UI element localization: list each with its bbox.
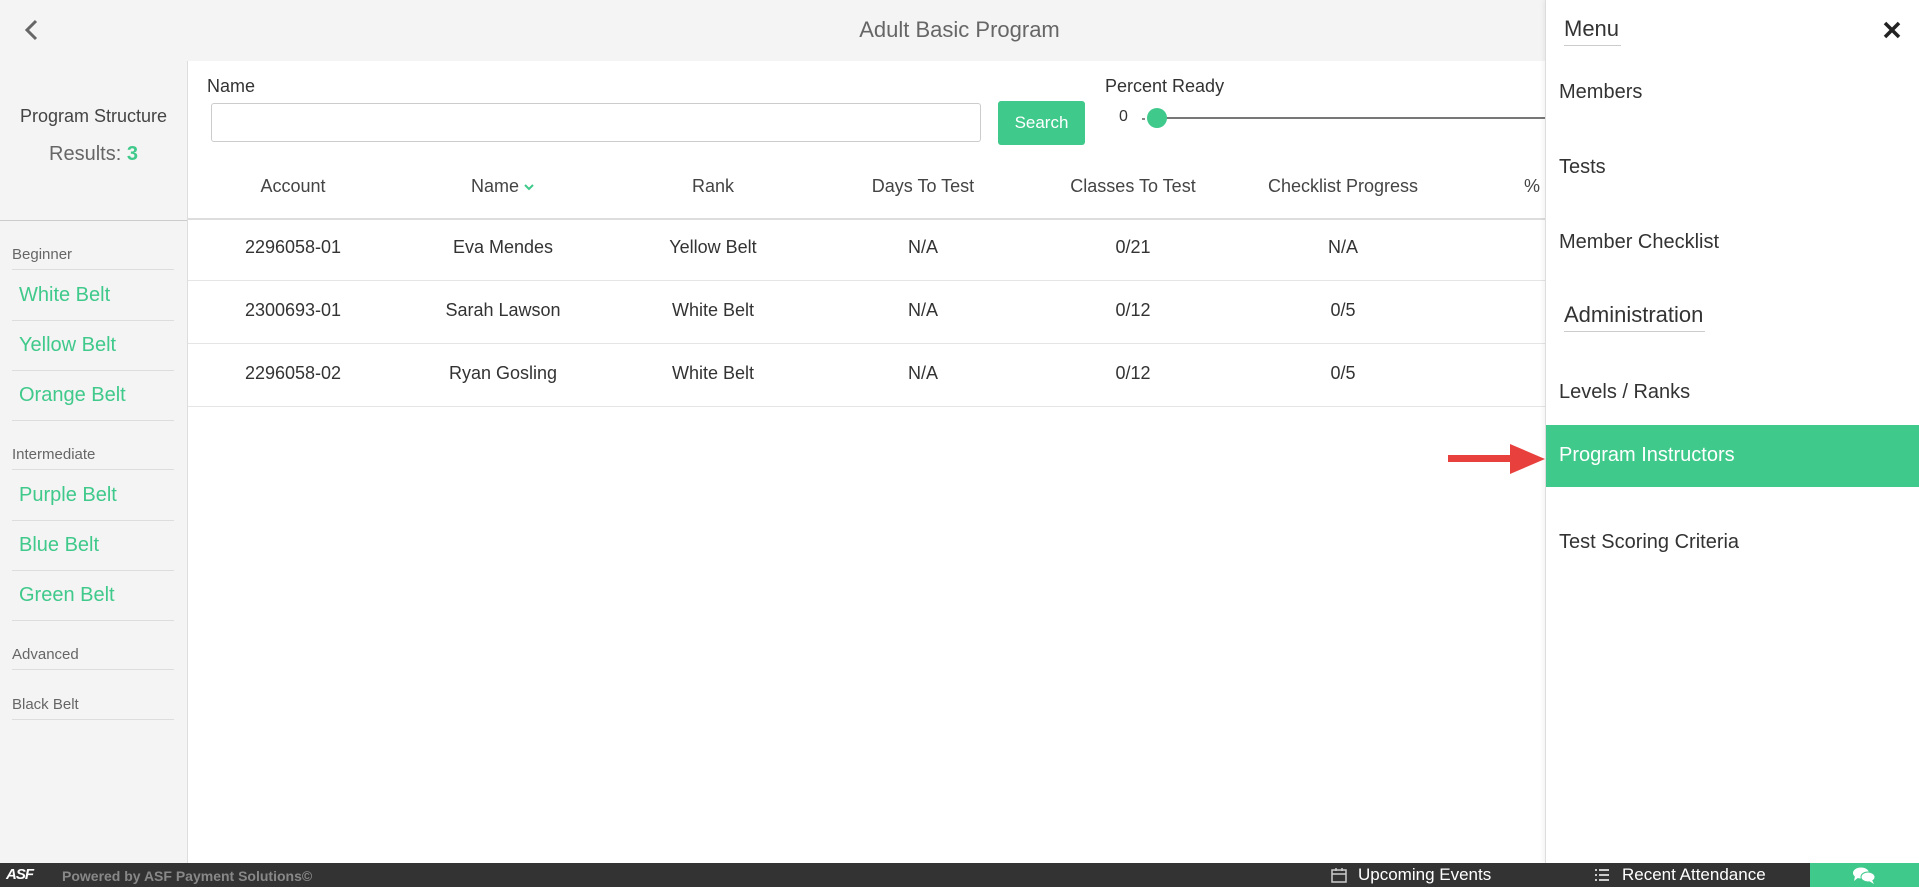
cell-classes-to-test: 0/21 — [1115, 237, 1151, 257]
menu-item-test-scoring-criteria[interactable]: Test Scoring Criteria — [1546, 512, 1919, 574]
results-count: 3 — [126, 143, 138, 165]
sidebar-separator — [12, 570, 174, 571]
cell-account: 2296058-02 — [244, 363, 342, 383]
sidebar-separator — [12, 370, 174, 371]
cell-name: Ryan Gosling — [448, 363, 558, 383]
menu-item-program-instructors[interactable]: Program Instructors — [1546, 425, 1919, 487]
program-structure-label: Program Structure — [19, 106, 168, 126]
column-name-label: Name — [470, 176, 519, 196]
cell-account: 2300693-01 — [244, 300, 342, 320]
column-rank[interactable]: Rank — [608, 176, 818, 197]
recent-attendance-link[interactable]: Recent Attendance — [1622, 865, 1766, 885]
chat-button[interactable] — [1810, 863, 1919, 887]
sidebar-item-blue-belt[interactable]: Blue Belt — [19, 534, 174, 557]
sort-chevron-down-icon[interactable] — [523, 181, 535, 193]
column-name[interactable]: Name — [398, 176, 608, 197]
column-checklist-progress[interactable]: Checklist Progress — [1238, 176, 1448, 197]
menu-item-tests[interactable]: Tests — [1546, 137, 1919, 199]
upcoming-events-link[interactable]: Upcoming Events — [1358, 865, 1491, 885]
column-days-to-test[interactable]: Days To Test — [818, 176, 1028, 197]
sidebar-separator — [12, 420, 174, 421]
sidebar-item-white-belt[interactable]: White Belt — [19, 284, 174, 307]
program-structure-sidebar: Program Structure Results: 3 Beginner Wh… — [0, 61, 188, 863]
cell-name: Eva Mendes — [452, 237, 554, 257]
percent-ready-min-value: 0 — [1119, 108, 1128, 125]
powered-by-text: Powered by ASF Payment Solutions© — [62, 868, 313, 884]
column-percent[interactable]: % — [1524, 176, 1540, 197]
cell-checklist-progress: N/A — [1327, 237, 1358, 257]
calendar-icon — [1331, 868, 1347, 883]
table-row[interactable]: 2300693-01 Sarah Lawson White Belt N/A 0… — [188, 281, 1688, 344]
sidebar-separator — [12, 520, 174, 521]
chat-icon — [1853, 867, 1876, 884]
sidebar-item-green-belt[interactable]: Green Belt — [19, 584, 174, 607]
menu-item-members[interactable]: Members — [1546, 62, 1919, 124]
cell-rank: Yellow Belt — [669, 237, 757, 257]
sidebar-group-black-belt[interactable]: Black Belt — [12, 696, 174, 720]
close-icon[interactable] — [1882, 20, 1902, 40]
sidebar-group-advanced[interactable]: Advanced — [12, 646, 174, 670]
table-row[interactable]: 2296058-01 Eva Mendes Yellow Belt N/A 0/… — [188, 218, 1688, 281]
cell-classes-to-test: 0/12 — [1115, 300, 1151, 320]
menu-item-levels-ranks[interactable]: Levels / Ranks — [1546, 362, 1919, 424]
name-label: Name — [207, 76, 256, 96]
percent-ready-slider-track[interactable] — [1158, 117, 1558, 119]
asf-logo: ASF — [6, 866, 34, 883]
cell-checklist-progress: 0/5 — [1330, 363, 1356, 383]
sidebar-separator — [12, 320, 174, 321]
cell-name: Sarah Lawson — [445, 300, 561, 320]
footer-bar: ASF Powered by ASF Payment Solutions© Up… — [0, 863, 1919, 887]
column-account[interactable]: Account — [188, 176, 398, 197]
sidebar-item-orange-belt[interactable]: Orange Belt — [19, 384, 174, 407]
cell-rank: White Belt — [671, 363, 755, 383]
red-arrow-icon — [1448, 444, 1545, 474]
table-header: Account Name Rank Days To Test Classes T… — [188, 160, 1688, 220]
menu-title: Menu — [1564, 16, 1622, 46]
cell-days-to-test: N/A — [907, 363, 938, 383]
cell-days-to-test: N/A — [907, 237, 938, 257]
menu-item-member-checklist[interactable]: Member Checklist — [1546, 212, 1919, 274]
search-button[interactable]: Search — [998, 101, 1085, 145]
cell-rank: White Belt — [671, 300, 755, 320]
cell-checklist-progress: 0/5 — [1330, 300, 1356, 320]
sidebar-separator — [12, 620, 174, 621]
name-search-input[interactable] — [211, 103, 981, 142]
sidebar-divider — [0, 220, 187, 221]
percent-ready-slider-handle[interactable] — [1147, 108, 1167, 128]
slider-min-marker — [1142, 118, 1145, 120]
percent-ready-label: Percent Ready — [1105, 76, 1225, 96]
cell-classes-to-test: 0/12 — [1115, 363, 1151, 383]
results-summary: Results: 3 — [0, 143, 187, 166]
sidebar-item-purple-belt[interactable]: Purple Belt — [19, 484, 174, 507]
sidebar-item-yellow-belt[interactable]: Yellow Belt — [19, 334, 174, 357]
sidebar-group-intermediate: Intermediate — [12, 446, 174, 470]
administration-title: Administration — [1564, 302, 1706, 332]
cell-days-to-test: N/A — [907, 300, 938, 320]
table-row[interactable]: 2296058-02 Ryan Gosling White Belt N/A 0… — [188, 344, 1688, 407]
results-label: Results: — [49, 143, 122, 165]
side-menu-panel: Menu Members Tests Member Checklist Admi… — [1545, 0, 1919, 863]
list-icon — [1595, 869, 1609, 881]
cell-account: 2296058-01 — [244, 237, 342, 257]
sidebar-group-beginner: Beginner — [12, 246, 174, 270]
column-classes-to-test[interactable]: Classes To Test — [1028, 176, 1238, 197]
